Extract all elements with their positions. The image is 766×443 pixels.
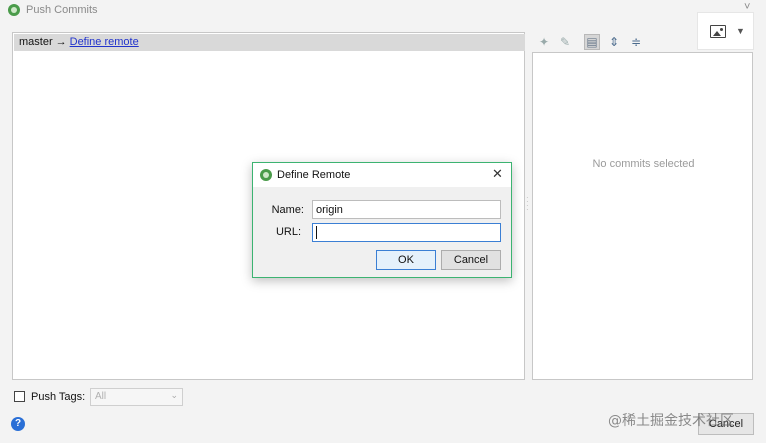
name-label: Name: — [271, 204, 304, 216]
help-icon[interactable]: ? — [11, 417, 25, 431]
watermark-text: @稀土掘金技术社区 — [608, 413, 734, 429]
branch-row[interactable]: master → Define remote — [14, 34, 525, 51]
close-icon[interactable]: ✕ — [492, 166, 503, 182]
tags-select[interactable]: All ⌄ — [90, 388, 183, 406]
tags-select-value: All — [95, 391, 107, 402]
cherry-pick-icon[interactable]: ✦ — [536, 34, 552, 50]
details-icon[interactable]: ▤ — [584, 34, 600, 50]
url-input[interactable] — [312, 223, 501, 242]
window-title: Push Commits — [26, 4, 98, 16]
splitter-handle[interactable]: · · · · — [526, 194, 530, 214]
text-caret — [316, 226, 317, 239]
branch-label: master → Define remote — [19, 36, 139, 48]
dialog-cancel-button[interactable]: Cancel — [441, 250, 501, 270]
push-tags-checkbox[interactable] — [14, 391, 25, 402]
commit-details-panel: No commits selected — [532, 52, 753, 380]
git-logo-icon — [260, 169, 272, 181]
ok-button[interactable]: OK — [376, 250, 436, 270]
url-label: URL: — [275, 226, 301, 238]
dialog-title: Define Remote — [277, 169, 351, 181]
chevron-down-icon: ⌄ — [170, 390, 178, 400]
collapse-all-icon[interactable]: ≑ — [628, 34, 644, 50]
git-logo-icon — [8, 4, 20, 16]
local-branch-name: master — [19, 36, 53, 48]
arrow-icon: → — [55, 36, 67, 48]
edit-icon[interactable]: ✎ — [557, 34, 573, 50]
empty-state-text: No commits selected — [592, 158, 695, 170]
dropdown-arrow-icon[interactable]: ▼ — [736, 26, 745, 36]
push-tags-label: Push Tags: — [31, 391, 86, 403]
name-input[interactable] — [312, 200, 501, 219]
expand-all-icon[interactable]: ⇕ — [606, 34, 622, 50]
define-remote-dialog: Define Remote ✕ Name: URL: OK Cancel — [252, 162, 512, 278]
dialog-title-bar[interactable]: Define Remote ✕ — [253, 163, 511, 187]
image-tool-widget[interactable]: ▼ — [697, 12, 754, 50]
details-toolbar: ✦ ✎ ▤ ⇕ ≑ — [532, 32, 652, 52]
image-icon — [710, 25, 726, 38]
window-title-bar: Push Commits ˅ — [0, 0, 766, 22]
define-remote-link[interactable]: Define remote — [70, 36, 139, 48]
